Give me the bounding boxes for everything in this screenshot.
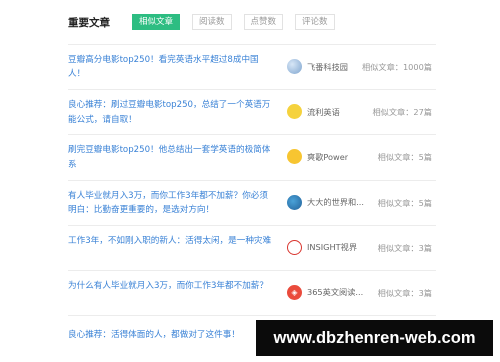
avatar-icon (287, 104, 302, 120)
article-section-header: 重要文章 相似文章 阅读数 点赞数 评论数 (68, 13, 347, 31)
author-name[interactable]: 大大的世界和... (307, 196, 364, 208)
article-title-link[interactable]: 有人毕业就月入3万，而你工作3年都不加薪？你必须明白：比勤奋更重要的，是选对方向… (68, 189, 274, 218)
list-item: 为什么有人毕业就月入3万，而你工作3年都不加薪？ ◈ 365英文阅读... 相似… (68, 269, 436, 315)
author-info[interactable]: 大大的世界和... (287, 194, 364, 210)
article-title-link[interactable]: 为什么有人毕业就月入3万，而你工作3年都不加薪？ (68, 279, 274, 293)
avatar-icon (287, 59, 302, 74)
tab-similar-articles[interactable]: 相似文章 (132, 14, 181, 30)
author-info[interactable]: 飞番科技园 (287, 59, 348, 74)
article-title-link[interactable]: 良心推荐：刷过豆瓣电影top250，总结了一个英语万能公式，请自取！ (68, 98, 274, 127)
author-info[interactable]: 流利英语 (287, 104, 340, 120)
similar-count: 相似文章：3篇 (377, 287, 432, 298)
author-name[interactable]: 365英文阅读... (307, 286, 363, 298)
author-info[interactable]: 爽歌Power (287, 149, 348, 165)
tab-read-count[interactable]: 阅读数 (192, 14, 232, 30)
list-item: 良心推荐：刷过豆瓣电影top250，总结了一个英语万能公式，请自取！ 流利英语 … (68, 89, 436, 134)
article-list: 豆瓣高分电影top250！看完英语水平超过8成中国人！ 飞番科技园 相似文章：1… (68, 44, 436, 360)
insight-logo-icon: ! (287, 239, 302, 255)
similar-count: 相似文章：5篇 (377, 152, 432, 163)
article-title-link[interactable]: 工作3年，不如刚入职的新人：活得太闲，是一种灾难 (68, 234, 274, 248)
author-info[interactable]: ◈ 365英文阅读... (287, 284, 363, 300)
list-item: 刷完豆瓣电影top250！他总结出一套学英语的极简体系 爽歌Power 相似文章… (68, 134, 436, 179)
article-title-link[interactable]: 刷完豆瓣电影top250！他总结出一套学英语的极简体系 (68, 143, 274, 172)
watermark-banner: www.dbzhenren-web.com (256, 320, 493, 356)
article-title-link[interactable]: 豆瓣高分电影top250！看完英语水平超过8成中国人！ (68, 53, 274, 82)
author-name[interactable]: INSIGHT视界 (307, 241, 357, 253)
avatar-icon: ◈ (287, 284, 302, 300)
list-item: 豆瓣高分电影top250！看完英语水平超过8成中国人！ 飞番科技园 相似文章：1… (68, 44, 436, 89)
tab-like-count[interactable]: 点赞数 (243, 14, 284, 30)
similar-count: 相似文章：5篇 (377, 197, 432, 208)
list-item: 有人毕业就月入3万，而你工作3年都不加薪？你必须明白：比勤奋更重要的，是选对方向… (68, 179, 436, 225)
similar-count: 相似文章：1000篇 (362, 62, 432, 72)
author-name[interactable]: 飞番科技园 (307, 61, 348, 73)
list-item: 工作3年，不如刚入职的新人：活得太闲，是一种灾难 ! INSIGHT视界 相似文… (68, 224, 436, 270)
section-title: 重要文章 (68, 16, 110, 29)
author-name[interactable]: 爽歌Power (307, 151, 348, 163)
avatar-icon (287, 194, 302, 210)
author-name[interactable]: 流利英语 (307, 106, 340, 118)
avatar-icon (287, 149, 302, 165)
author-info[interactable]: ! INSIGHT视界 (287, 239, 357, 255)
similar-count: 相似文章：3篇 (377, 242, 432, 253)
similar-count: 相似文章：27篇 (372, 107, 432, 118)
tab-comment-count[interactable]: 评论数 (295, 14, 335, 30)
